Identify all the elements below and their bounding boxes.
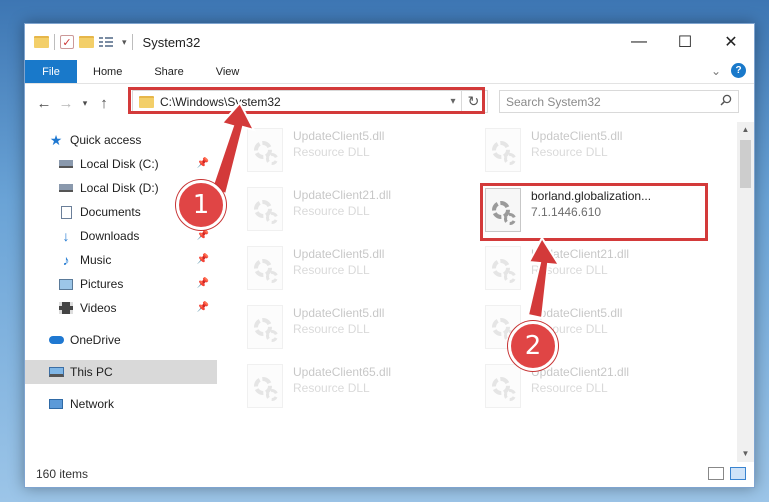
step-badge-1: 1 (176, 180, 226, 230)
step-badge-2: 2 (508, 321, 558, 371)
arrow-to-address-bar (210, 101, 256, 196)
arrow-to-file (526, 236, 561, 320)
annotation-arrows (210, 101, 561, 320)
